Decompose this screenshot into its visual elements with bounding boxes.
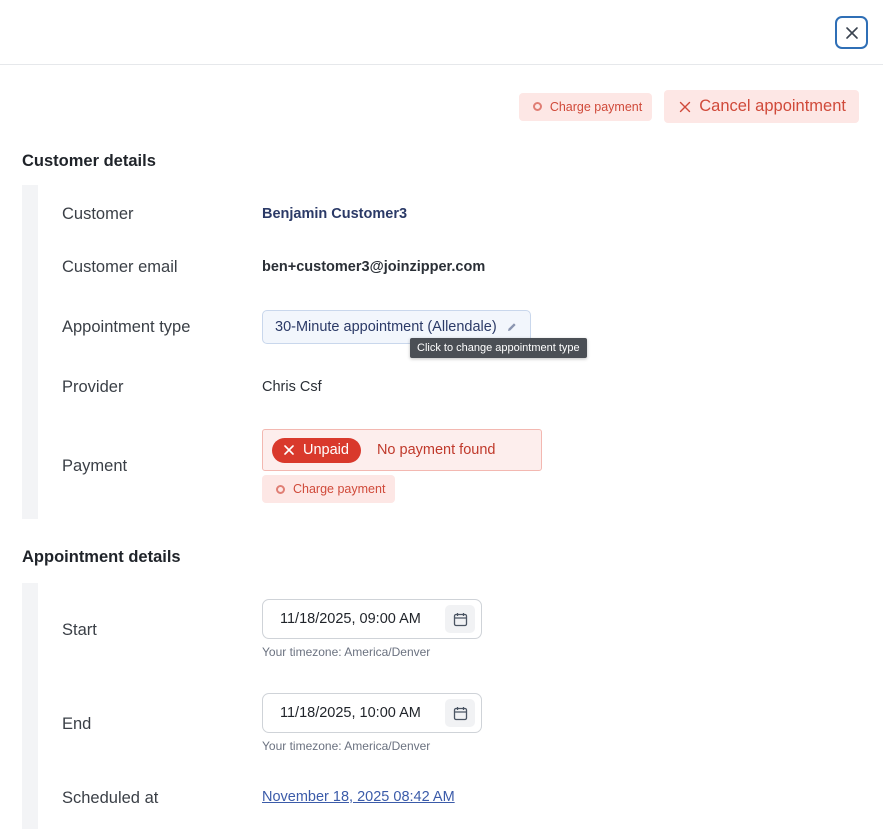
calendar-icon bbox=[453, 706, 467, 720]
customer-details-title: Customer details bbox=[22, 152, 156, 170]
start-timezone-note: Your timezone: America/Denver bbox=[262, 645, 431, 659]
customer-email: ben+customer3@joinzipper.com bbox=[262, 259, 486, 275]
unpaid-label: Unpaid bbox=[303, 442, 349, 458]
close-button[interactable] bbox=[835, 16, 868, 49]
close-icon bbox=[845, 26, 858, 39]
start-calendar-button[interactable] bbox=[445, 605, 475, 633]
pencil-icon bbox=[507, 322, 516, 331]
section-bar bbox=[22, 185, 38, 519]
modal-header bbox=[0, 0, 883, 65]
customer-email-label: Customer email bbox=[62, 258, 178, 276]
provider-label: Provider bbox=[62, 378, 124, 396]
cancel-appointment-label: Cancel appointment bbox=[699, 97, 846, 115]
customer-name: Benjamin Customer3 bbox=[262, 206, 408, 222]
payment-label: Payment bbox=[62, 457, 128, 475]
scheduled-at-link[interactable]: November 18, 2025 08:42 AM bbox=[262, 789, 455, 805]
appointment-type-tooltip: Click to change appointment type bbox=[410, 338, 587, 358]
start-datetime-input[interactable]: 11/18/2025, 09:00 AM bbox=[262, 599, 482, 639]
coin-icon bbox=[532, 102, 542, 111]
start-datetime-value: 11/18/2025, 09:00 AM bbox=[280, 611, 421, 627]
close-icon bbox=[284, 445, 294, 455]
provider-value: Chris Csf bbox=[262, 379, 322, 395]
coin-icon bbox=[276, 484, 285, 494]
end-datetime-value: 11/18/2025, 10:00 AM bbox=[280, 705, 421, 721]
payment-status-box: Unpaid No payment found bbox=[262, 429, 542, 471]
payment-charge-button[interactable]: Charge payment bbox=[262, 475, 396, 503]
unpaid-badge: Unpaid bbox=[272, 437, 361, 463]
end-calendar-button[interactable] bbox=[445, 699, 475, 727]
end-timezone-note: Your timezone: America/Denver bbox=[262, 739, 431, 753]
appointment-type-label: Appointment type bbox=[62, 318, 191, 336]
close-icon bbox=[680, 101, 691, 112]
charge-payment-label: Charge payment bbox=[549, 99, 643, 114]
end-label: End bbox=[62, 715, 92, 733]
cancel-appointment-button[interactable]: Cancel appointment bbox=[664, 90, 859, 123]
payment-message: No payment found bbox=[376, 442, 496, 458]
calendar-icon bbox=[453, 612, 467, 626]
start-label: Start bbox=[62, 621, 97, 639]
charge-payment-button[interactable]: Charge payment bbox=[518, 92, 653, 121]
appointment-type-value: 30-Minute appointment (Allendale) bbox=[275, 319, 497, 335]
payment-charge-label: Charge payment bbox=[293, 482, 386, 496]
top-actions: Charge payment Cancel appointment bbox=[518, 90, 859, 123]
appointment-details-title: Appointment details bbox=[22, 548, 181, 566]
section-bar bbox=[22, 583, 38, 829]
scheduled-at-label: Scheduled at bbox=[62, 789, 159, 807]
end-datetime-input[interactable]: 11/18/2025, 10:00 AM bbox=[262, 693, 482, 733]
customer-label: Customer bbox=[62, 205, 134, 223]
